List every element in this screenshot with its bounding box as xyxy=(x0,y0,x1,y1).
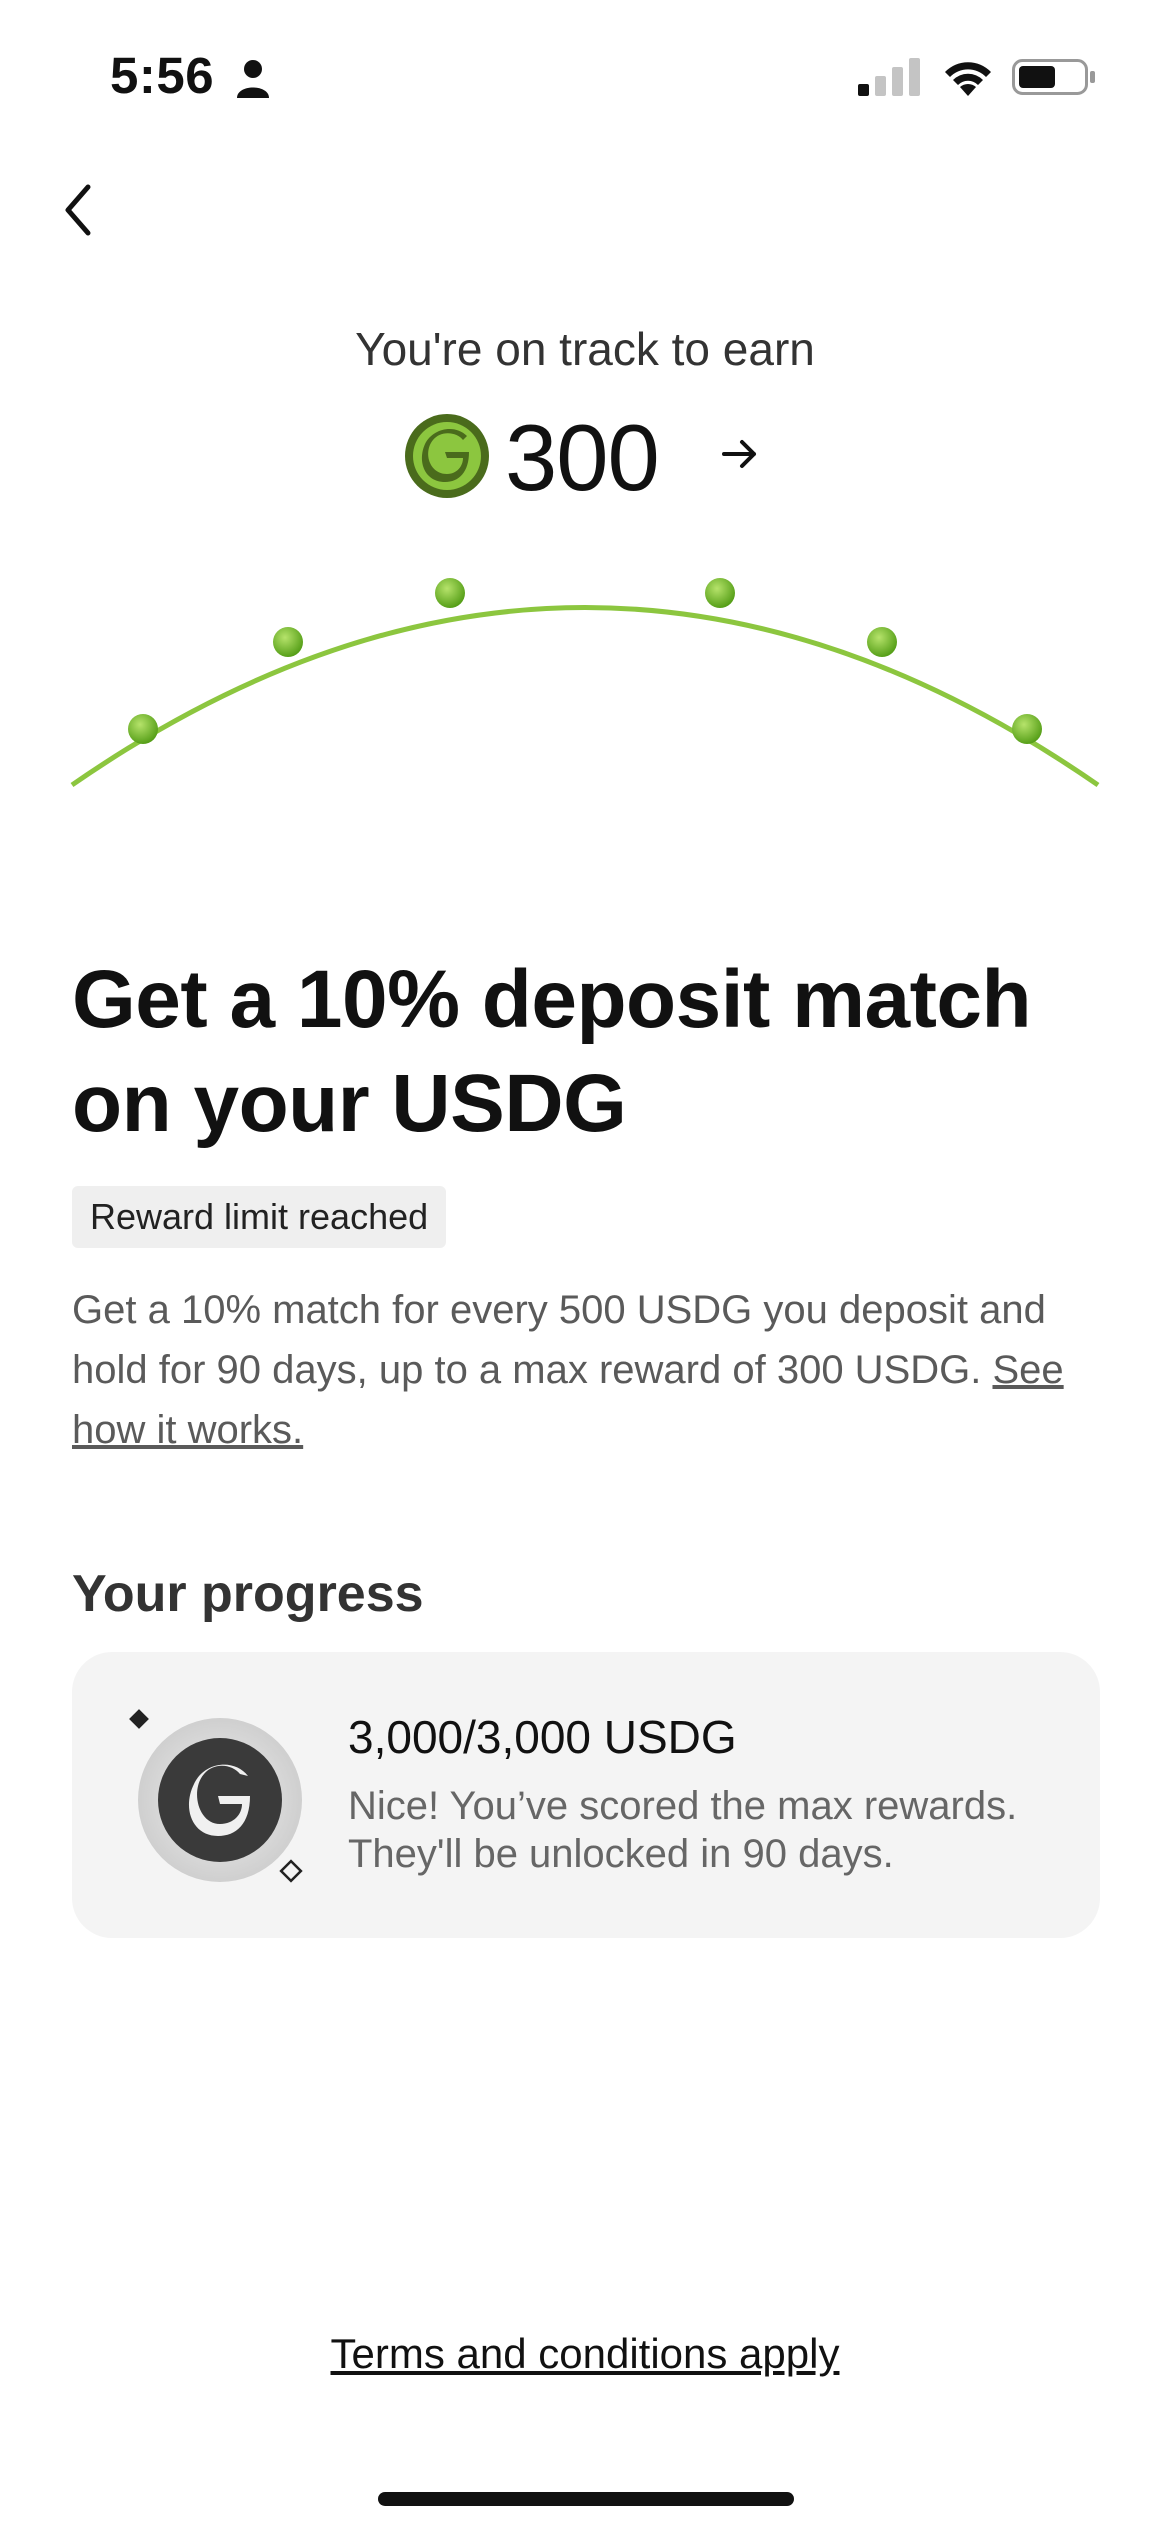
arc-dot xyxy=(1012,714,1042,744)
usdg-coin-icon xyxy=(405,414,489,498)
progress-arc xyxy=(70,578,1100,788)
arrow-right-icon xyxy=(722,440,756,468)
wifi-icon xyxy=(945,62,991,96)
offer-description: Get a 10% match for every 500 USDG you d… xyxy=(72,1280,1112,1460)
arc-dot xyxy=(867,627,897,657)
terms-link-row: Terms and conditions apply xyxy=(0,2330,1170,2378)
person-icon xyxy=(237,60,269,98)
progress-amount: 3,000/3,000 USDG xyxy=(348,1711,737,1763)
cellular-signal-icon xyxy=(858,58,920,96)
home-indicator[interactable] xyxy=(378,2492,794,2506)
status-bar: 5:56 xyxy=(0,0,1170,150)
usdg-badge-icon xyxy=(129,1709,303,1883)
arc-dot xyxy=(128,714,158,744)
earn-amount-row[interactable]: 300 xyxy=(405,405,805,510)
back-button[interactable] xyxy=(48,175,118,245)
earn-amount: 300 xyxy=(505,405,660,510)
status-badge: Reward limit reached xyxy=(72,1186,447,1248)
battery-icon xyxy=(1012,59,1095,95)
arc-dot xyxy=(705,578,735,608)
offer-description-text: Get a 10% match for every 500 USDG you d… xyxy=(72,1288,1046,1392)
chevron-left-icon xyxy=(65,184,91,236)
progress-card: 3,000/3,000 USDG Nice! You’ve scored the… xyxy=(72,1652,1100,1938)
earn-caption: You're on track to earn xyxy=(355,323,815,375)
progress-message: Nice! You’ve scored the max rewards. The… xyxy=(348,1784,1018,1876)
arc-dot xyxy=(273,627,303,657)
progress-title: Your progress xyxy=(72,1565,424,1623)
arc-dot xyxy=(435,578,465,608)
status-time: 5:56 xyxy=(110,47,215,104)
terms-link[interactable]: Terms and conditions apply xyxy=(331,2330,840,2377)
offer-headline: Get a 10% deposit match on your USDG xyxy=(72,954,1032,1149)
